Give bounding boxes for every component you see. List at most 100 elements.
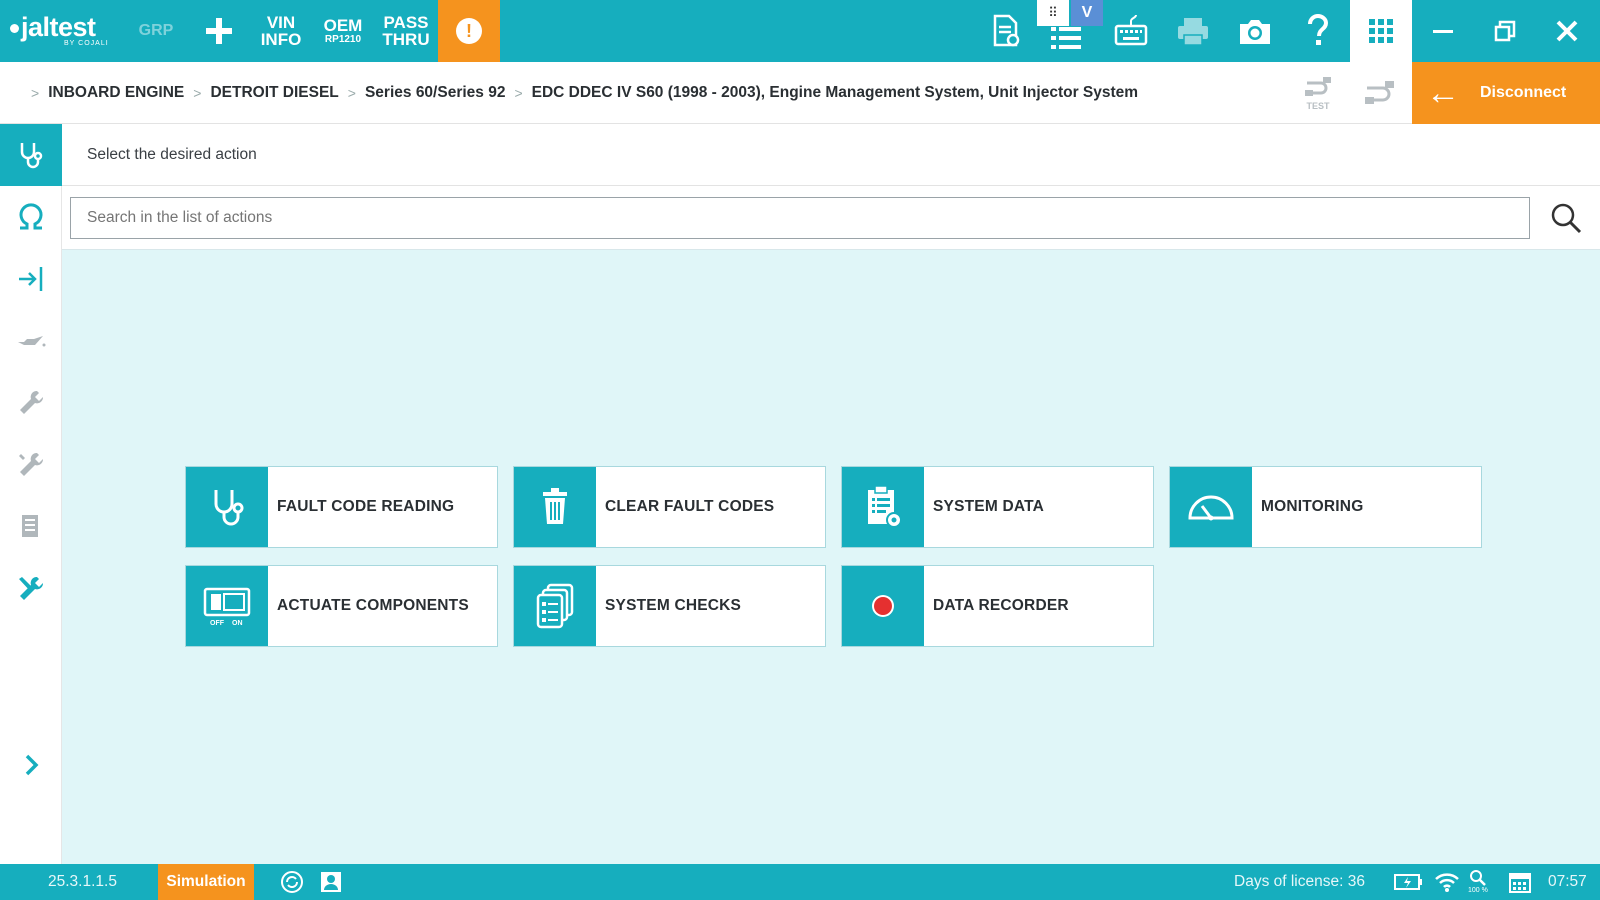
stethoscope-icon [214, 490, 244, 526]
action-icon-box [1170, 467, 1252, 547]
sidebar-item-oil[interactable] [0, 310, 62, 372]
connector-icon [1365, 81, 1394, 104]
top-toolbar: jaltest BY COJALI GRP VIN INFO OEM RP1210 … [0, 0, 1600, 62]
arrow-left-icon: ← [1426, 74, 1460, 112]
actions-grid: FAULT CODE READING CLEAR FAULT CODES SYS… [185, 466, 1485, 648]
svg-text:ON: ON [232, 620, 243, 627]
close-icon [1556, 20, 1578, 42]
status-bar: 25.3.1.1.5 Simulation Days of license: 3… [0, 864, 1600, 900]
zoom-level: 100 % [1468, 887, 1488, 894]
test-connection-button[interactable]: TEST [1296, 72, 1340, 114]
keyboard-icon [1114, 14, 1148, 46]
oem-rp1210-button[interactable]: OEM RP1210 [318, 0, 368, 62]
action-icon-box [842, 566, 924, 646]
action-system-checks[interactable]: SYSTEM CHECKS [513, 565, 826, 647]
printer-icon [1178, 18, 1208, 46]
breadcrumb-item-brand[interactable]: DETROIT DIESEL [210, 84, 338, 102]
warning-button[interactable]: ! [438, 0, 500, 62]
action-monitoring[interactable]: MONITORING [1169, 466, 1482, 548]
action-icon-box [842, 467, 924, 547]
chevron-right-icon: > [347, 85, 356, 101]
wifi-icon [1435, 873, 1459, 892]
battery-charging-icon [1394, 874, 1422, 890]
wrench-icon [20, 390, 44, 414]
oil-can-icon [18, 336, 46, 347]
user-profile-icon [321, 872, 341, 892]
document-stack-icon [22, 515, 38, 537]
action-icon-box [186, 467, 268, 547]
close-button[interactable] [1536, 0, 1598, 62]
minimize-button[interactable] [1412, 0, 1474, 62]
action-system-data[interactable]: SYSTEM DATA [841, 466, 1154, 548]
search-button[interactable] [1546, 198, 1586, 238]
sidebar-item-settings[interactable] [0, 558, 62, 620]
apps-grid-icon [1369, 19, 1393, 43]
breadcrumb-item-system[interactable]: EDC DDEC IV S60 (1998 - 2003), Engine Ma… [532, 84, 1138, 102]
calendar-button[interactable] [1508, 864, 1532, 900]
svg-text:OFF: OFF [210, 620, 225, 627]
printer-button[interactable] [1170, 8, 1216, 54]
restore-button[interactable] [1474, 0, 1536, 62]
action-label: SYSTEM DATA [933, 498, 1044, 515]
chevron-right-icon: > [514, 85, 523, 101]
add-button[interactable] [198, 0, 240, 62]
simulation-badge: Simulation [158, 864, 254, 900]
version-label: 25.3.1.1.5 [48, 873, 117, 890]
disconnect-button[interactable]: ← Disconnect [1412, 62, 1600, 124]
sidebar-expand-button[interactable] [0, 734, 62, 796]
sync-button[interactable] [280, 864, 304, 900]
zoom-button[interactable]: 100 % [1468, 864, 1488, 900]
record-dot-icon [872, 595, 894, 617]
license-days: Days of license: 36 [1234, 873, 1365, 890]
list-button[interactable] [1044, 14, 1090, 60]
action-actuate-components[interactable]: OFF ON ACTUATE COMPONENTS [185, 565, 498, 647]
question-mark-icon [1308, 13, 1329, 45]
chevron-right-icon: > [193, 85, 202, 101]
search-row [62, 186, 1600, 250]
sidebar-item-maintenance[interactable] [0, 434, 62, 496]
wrench-screwdriver-icon [19, 576, 44, 600]
search-input[interactable] [70, 197, 1530, 239]
action-clear-fault-codes[interactable]: CLEAR FAULT CODES [513, 466, 826, 548]
action-data-recorder[interactable]: DATA RECORDER [841, 565, 1154, 647]
sidebar-item-omega[interactable] [0, 186, 62, 248]
battery-indicator [1394, 864, 1424, 900]
user-button[interactable] [320, 864, 342, 900]
stethoscope-icon [20, 143, 43, 169]
action-label: CLEAR FAULT CODES [605, 498, 775, 515]
plus-icon [206, 18, 232, 44]
pass-thru-button[interactable]: PASS THRU [378, 0, 434, 62]
calendar-icon [1509, 873, 1531, 893]
jaltest-logo: jaltest BY COJALI [10, 0, 120, 62]
clock: 07:57 [1548, 873, 1587, 890]
action-fault-code-reading[interactable]: FAULT CODE READING [185, 466, 498, 548]
help-button[interactable] [1294, 8, 1340, 54]
sidebar-item-repair[interactable] [0, 372, 62, 434]
checklist-stack-icon [536, 583, 574, 629]
grp-button[interactable]: GRP [136, 0, 176, 62]
keyboard-button[interactable] [1108, 8, 1154, 54]
zoom-icon [1469, 870, 1486, 886]
chevron-right-icon: > [31, 85, 40, 101]
sidebar-item-diagnosis[interactable] [0, 124, 62, 186]
instruction-text: Select the desired action [62, 124, 1600, 186]
breadcrumb-item-model[interactable]: Series 60/Series 92 [365, 84, 505, 102]
clipboard-gear-icon [868, 485, 902, 528]
connection-status-button[interactable] [1358, 72, 1402, 114]
camera-icon [1240, 20, 1270, 44]
apps-button[interactable] [1350, 0, 1412, 62]
action-label: FAULT CODE READING [277, 498, 455, 515]
sidebar-item-login[interactable] [0, 248, 62, 310]
sidebar-item-documents[interactable] [0, 496, 62, 558]
report-button[interactable] [982, 8, 1028, 54]
action-label: ACTUATE COMPONENTS [277, 597, 469, 614]
wifi-indicator [1434, 864, 1460, 900]
screenshot-button[interactable] [1232, 8, 1278, 54]
minimize-icon [1433, 30, 1453, 33]
document-search-icon [993, 14, 1020, 47]
main-content: Select the desired action FAULT CODE REA… [62, 124, 1600, 864]
breadcrumb-item-family[interactable]: INBOARD ENGINE [48, 84, 184, 102]
vin-info-button[interactable]: VIN INFO [256, 0, 306, 62]
switch-panel-icon: OFF ON [203, 587, 251, 627]
omega-icon [19, 203, 43, 230]
